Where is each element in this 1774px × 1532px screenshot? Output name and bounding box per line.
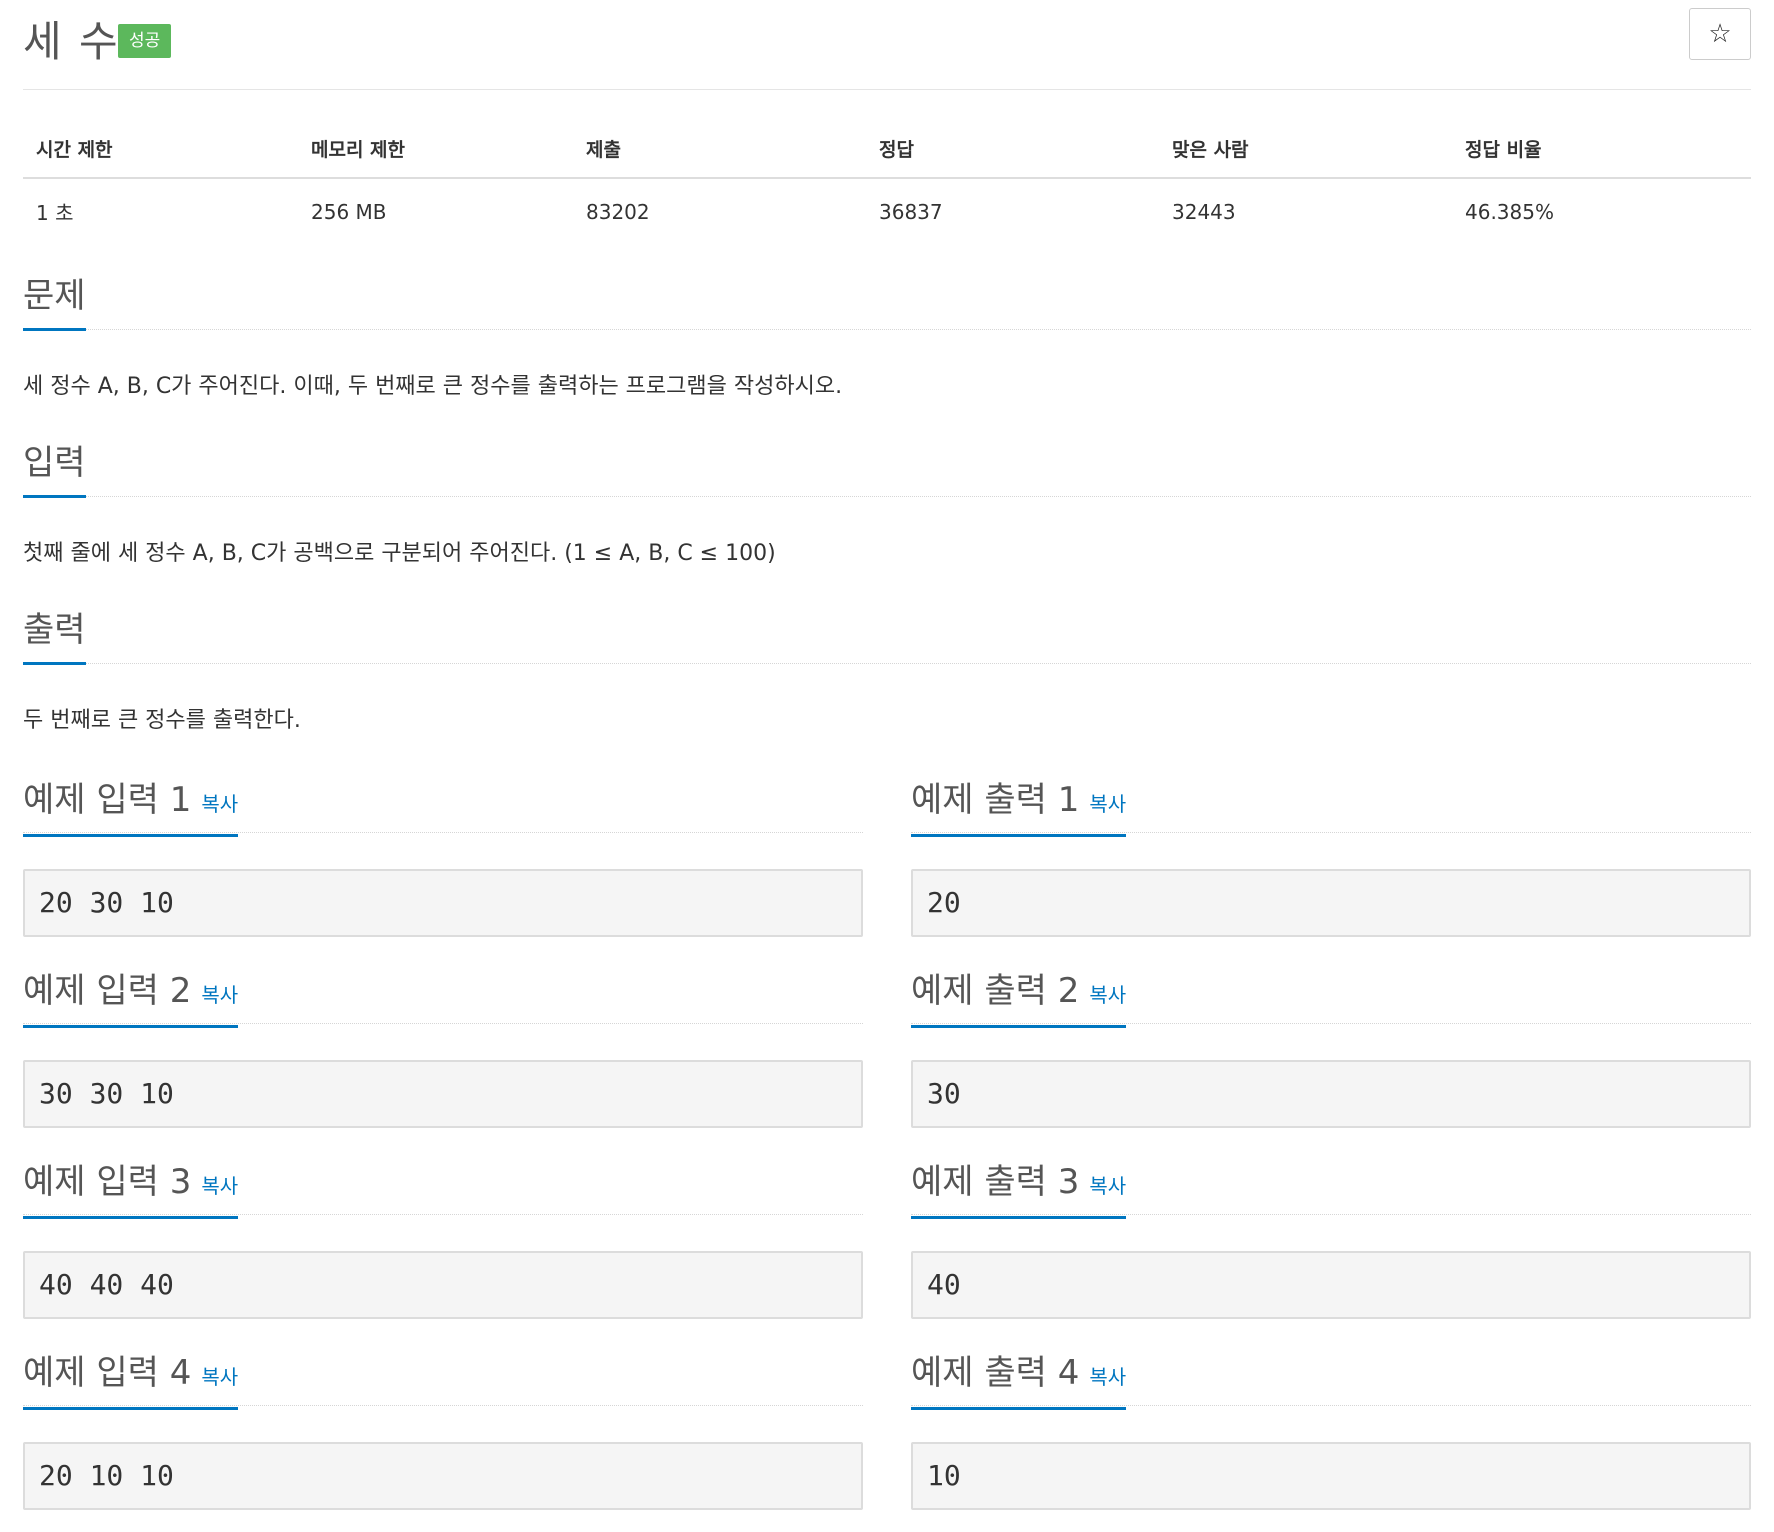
sample-output-data[interactable]: 10 [911, 1442, 1751, 1510]
sample-output-title: 예제 출력 4 [911, 1353, 1080, 1393]
problem-title: 세 수 [23, 17, 120, 66]
sample-input-data[interactable]: 20 10 10 [23, 1442, 863, 1510]
copy-button[interactable]: 복사 [201, 1365, 238, 1389]
output-text: 두 번째로 큰 정수를 출력한다. [23, 708, 301, 733]
copy-button[interactable]: 복사 [201, 792, 238, 816]
star-icon: ☆ [1708, 19, 1732, 49]
table-header-row: 시간 제한 메모리 제한 제출 정답 맞은 사람 정답 비율 [23, 115, 1751, 179]
sample-input-data[interactable]: 40 40 40 [23, 1251, 863, 1319]
sample-output-header: 예제 출력 1 복사 [911, 770, 1751, 837]
description-section: 문제 세 정수 A, B, C가 주어진다. 이때, 두 번째로 큰 정수를 출… [23, 266, 1751, 402]
output-header: 출력 [23, 600, 1751, 665]
header-submissions: 제출 [573, 115, 866, 179]
sample-input-title: 예제 입력 4 [23, 1353, 192, 1393]
sample-output-1: 예제 출력 1 복사 20 [911, 770, 1751, 937]
copy-button[interactable]: 복사 [1089, 792, 1126, 816]
output-section: 출력 두 번째로 큰 정수를 출력한다. [23, 600, 1751, 736]
accepted-value: 36837 [879, 199, 943, 224]
copy-button[interactable]: 복사 [201, 983, 238, 1007]
sample-output-2: 예제 출력 2 복사 30 [911, 961, 1751, 1128]
copy-button[interactable]: 복사 [1089, 1365, 1126, 1389]
description-header: 문제 [23, 266, 1751, 331]
sample-output-heading: 예제 출력 4 복사 [911, 1353, 1127, 1410]
sample-output-4: 예제 출력 4 복사 10 [911, 1343, 1751, 1510]
header-memory-limit: 메모리 제한 [298, 115, 573, 179]
sample-input-data[interactable]: 30 30 10 [23, 1060, 863, 1128]
input-section: 입력 첫째 줄에 세 정수 A, B, C가 공백으로 구분되어 주어진다. (… [23, 433, 1751, 569]
sample-input-data[interactable]: 20 30 10 [23, 869, 863, 937]
problem-page: 세 수 성공 ☆ 시간 제한 메모리 제한 제출 정답 맞은 사람 정답 비율 … [23, 0, 1751, 1510]
sample-output-heading: 예제 출력 3 복사 [911, 1162, 1127, 1219]
sample-input-4: 예제 입력 4 복사 20 10 10 [23, 1343, 863, 1510]
copy-button[interactable]: 복사 [201, 1174, 238, 1198]
sample-input-heading: 예제 입력 1 복사 [23, 780, 239, 837]
sample-output-heading: 예제 출력 1 복사 [911, 780, 1127, 837]
header-accept-ratio: 정답 비율 [1452, 115, 1751, 179]
sample-output-header: 예제 출력 3 복사 [911, 1152, 1751, 1219]
sample-output-title: 예제 출력 3 [911, 1162, 1080, 1202]
sample-output-data[interactable]: 20 [911, 869, 1751, 937]
sample-input-2: 예제 입력 2 복사 30 30 10 [23, 961, 863, 1128]
description-heading: 문제 [23, 276, 86, 331]
sample-output-data[interactable]: 40 [911, 1251, 1751, 1319]
sample-input-header: 예제 입력 2 복사 [23, 961, 863, 1028]
sample-input-1: 예제 입력 1 복사 20 30 10 [23, 770, 863, 937]
status-badge: 성공 [118, 24, 172, 58]
submissions-value: 83202 [586, 199, 650, 224]
input-heading: 입력 [23, 443, 86, 498]
table-row: 1 초 256 MB 83202 36837 32443 46.385% [23, 178, 1751, 240]
problem-info-table: 시간 제한 메모리 제한 제출 정답 맞은 사람 정답 비율 1 초 256 M… [23, 115, 1751, 240]
time-limit-value: 1 초 [36, 201, 74, 225]
memory-limit-value: 256 MB [311, 199, 387, 224]
accept-ratio-value: 46.385% [1465, 199, 1554, 224]
input-header: 입력 [23, 433, 1751, 498]
description-text: 세 정수 A, B, C가 주어진다. 이때, 두 번째로 큰 정수를 출력하는… [23, 374, 843, 399]
sample-input-title: 예제 입력 3 [23, 1162, 192, 1202]
sample-input-heading: 예제 입력 4 복사 [23, 1353, 239, 1410]
sample-input-heading: 예제 입력 3 복사 [23, 1162, 239, 1219]
output-heading: 출력 [23, 610, 86, 665]
sample-input-title: 예제 입력 1 [23, 780, 192, 820]
title-row: 세 수 성공 ☆ [23, 0, 1751, 90]
sample-output-title: 예제 출력 2 [911, 971, 1080, 1011]
header-solved-users: 맞은 사람 [1159, 115, 1452, 179]
sample-output-header: 예제 출력 4 복사 [911, 1343, 1751, 1410]
sample-output-title: 예제 출력 1 [911, 780, 1080, 820]
sample-output-heading: 예제 출력 2 복사 [911, 971, 1127, 1028]
sample-input-header: 예제 입력 1 복사 [23, 770, 863, 837]
copy-button[interactable]: 복사 [1089, 983, 1126, 1007]
sample-input-heading: 예제 입력 2 복사 [23, 971, 239, 1028]
input-text: 첫째 줄에 세 정수 A, B, C가 공백으로 구분되어 주어진다. (1 ≤… [23, 541, 776, 566]
header-time-limit: 시간 제한 [23, 115, 298, 179]
sample-output-data[interactable]: 30 [911, 1060, 1751, 1128]
favorite-button[interactable]: ☆ [1689, 8, 1751, 60]
sample-output-header: 예제 출력 2 복사 [911, 961, 1751, 1028]
sample-input-title: 예제 입력 2 [23, 971, 192, 1011]
copy-button[interactable]: 복사 [1089, 1174, 1126, 1198]
sample-input-header: 예제 입력 4 복사 [23, 1343, 863, 1410]
sample-output-3: 예제 출력 3 복사 40 [911, 1152, 1751, 1319]
header-accepted: 정답 [866, 115, 1159, 179]
sample-input-header: 예제 입력 3 복사 [23, 1152, 863, 1219]
sample-input-3: 예제 입력 3 복사 40 40 40 [23, 1152, 863, 1319]
solved-users-value: 32443 [1172, 199, 1236, 224]
